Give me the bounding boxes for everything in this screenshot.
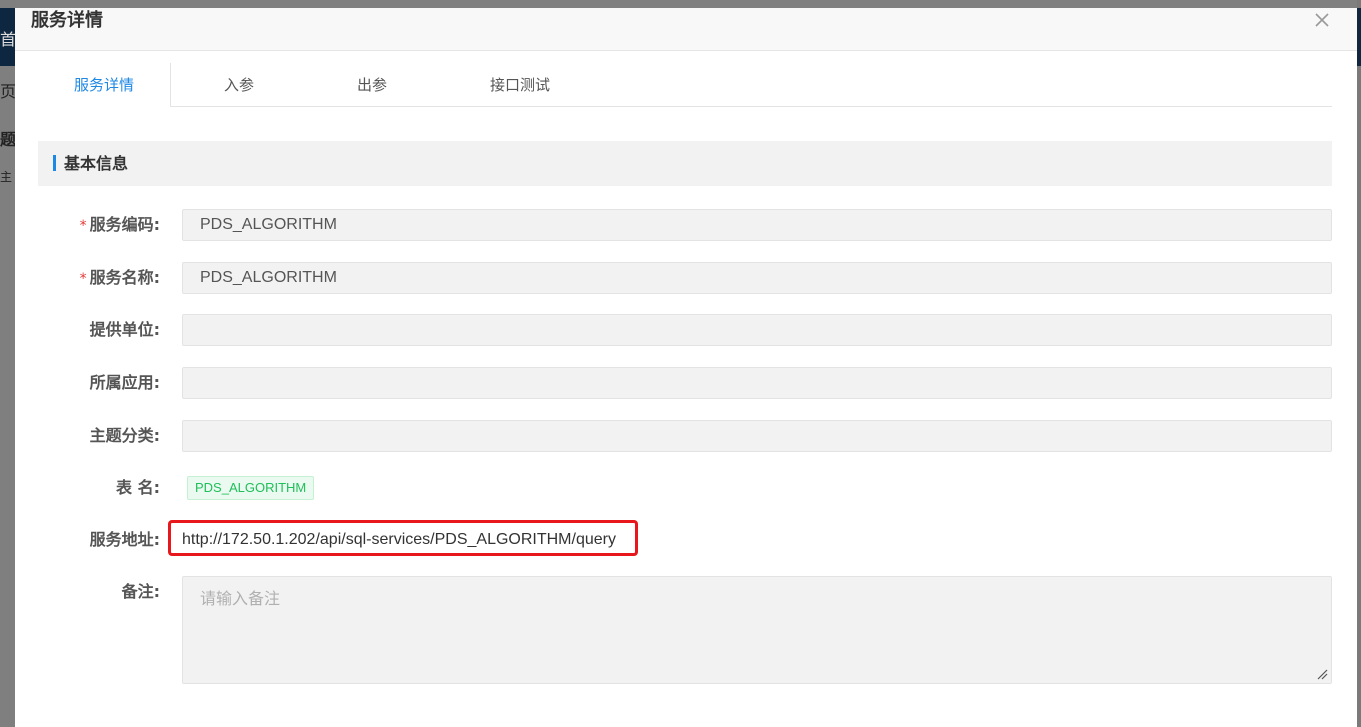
field-label: 所属应用: xyxy=(89,373,160,392)
field-label: 表 名: xyxy=(116,478,160,497)
field-label: * 服务名称: xyxy=(79,268,160,287)
section-header: 基本信息 xyxy=(38,141,1332,186)
field-label: * 服务编码: xyxy=(79,215,160,234)
service-name-field[interactable]: PDS_ALGORITHM xyxy=(182,262,1332,294)
required-mark: * xyxy=(79,271,87,287)
section-accent-bar xyxy=(53,155,56,171)
field-label: 服务地址: xyxy=(89,530,160,549)
provider-field[interactable] xyxy=(182,314,1332,346)
form-row-table-name: 表 名: PDS_ALGORITHM xyxy=(15,472,1357,504)
service-code-field[interactable]: PDS_ALGORITHM xyxy=(182,209,1332,241)
resize-handle-icon[interactable] xyxy=(1316,668,1328,680)
tab-output-params[interactable]: 出参 xyxy=(337,63,407,107)
section-title: 基本信息 xyxy=(64,154,129,173)
close-icon[interactable] xyxy=(1313,11,1331,29)
remark-textarea[interactable]: 请输入备注 xyxy=(182,576,1332,684)
required-mark: * xyxy=(79,218,87,234)
field-label: 备注: xyxy=(121,582,160,601)
background-tab-text: 页 xyxy=(0,82,17,101)
dialog-title: 服务详情 xyxy=(31,10,103,31)
form-row-provider: 提供单位: xyxy=(15,314,1357,346)
form-row-topic-category: 主题分类: xyxy=(15,420,1357,452)
remark-placeholder: 请输入备注 xyxy=(200,589,281,608)
dialog-header: 服务详情 xyxy=(15,8,1357,51)
service-url-value[interactable]: http://172.50.1.202/api/sql-services/PDS… xyxy=(182,524,616,556)
background-label-text: 主 xyxy=(0,170,13,184)
form-row-service-name: * 服务名称: PDS_ALGORITHM xyxy=(15,262,1357,294)
service-detail-dialog: 服务详情 服务详情 入参 出参 接口测试 基本信息 * 服务编码: PDS_ALG… xyxy=(15,8,1357,727)
field-label: 提供单位: xyxy=(89,320,160,339)
background-page: 首 页 题分 主 xyxy=(0,0,32,727)
table-name-tag: PDS_ALGORITHM xyxy=(187,476,315,500)
application-field[interactable] xyxy=(182,367,1332,399)
topic-category-field[interactable] xyxy=(182,420,1332,452)
field-label: 主题分类: xyxy=(89,426,160,445)
tab-bar: 服务详情 入参 出参 接口测试 xyxy=(38,63,1332,107)
tab-input-params[interactable]: 入参 xyxy=(204,63,274,107)
form-row-remark: 备注: 请输入备注 xyxy=(15,576,1357,684)
tab-interface-test[interactable]: 接口测试 xyxy=(468,63,572,107)
form-row-application: 所属应用: xyxy=(15,367,1357,399)
background-page-right xyxy=(1357,0,1361,727)
form-row-service-code: * 服务编码: PDS_ALGORITHM xyxy=(15,209,1357,241)
tab-label: 出参 xyxy=(356,76,387,94)
tab-label: 接口测试 xyxy=(489,76,550,94)
form-row-service-url: 服务地址: http://172.50.1.202/api/sql-servic… xyxy=(15,520,1357,556)
tab-label: 入参 xyxy=(223,76,254,94)
background-nav-text: 首 xyxy=(0,30,17,49)
tab-label: 服务详情 xyxy=(73,76,134,94)
tab-service-detail[interactable]: 服务详情 xyxy=(38,63,171,107)
